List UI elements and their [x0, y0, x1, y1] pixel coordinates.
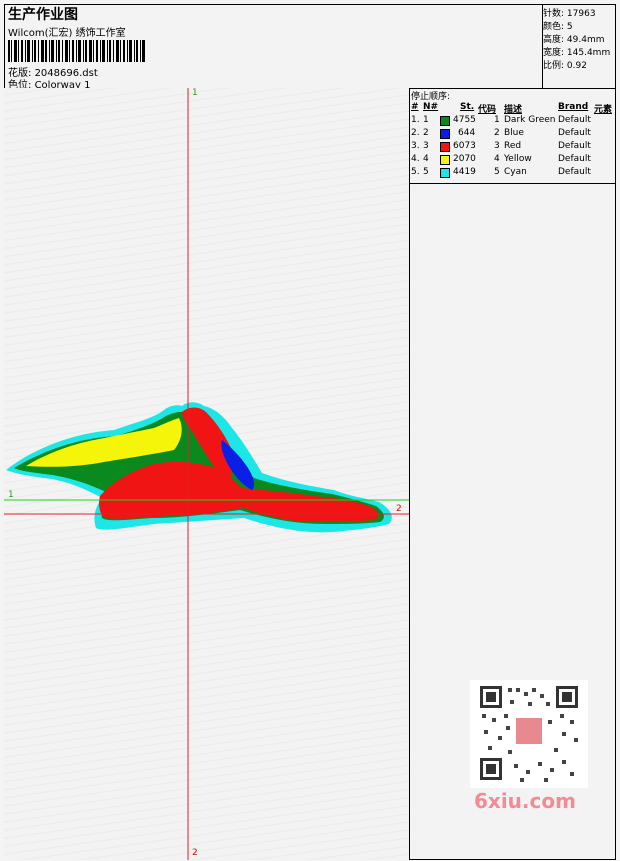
stat-scale: 比例: 0.92 [543, 61, 587, 71]
embroidery-preview [4, 88, 409, 860]
header-info: 生产作业图 Wilcom(汇宏) 绣饰工作室 花版: 2048696.dst 色… [4, 4, 542, 91]
axis-label-v-top: 1 [192, 88, 198, 98]
color-swatch [440, 142, 450, 152]
stat-colors: 颜色: 5 [543, 22, 573, 32]
page-title: 生产作业图 [8, 7, 78, 23]
stat-stitches: 针数: 17963 [543, 9, 596, 19]
qr-logo-center [516, 718, 542, 744]
axis-label-h-right: 2 [396, 504, 402, 514]
color-swatch [440, 155, 450, 165]
watermark-brand: 6xiu.com [474, 789, 576, 813]
stop-sequence-title: 停止顺序: [411, 92, 451, 102]
design-canvas: 1 2 1 2 [4, 88, 409, 860]
color-swatch [440, 129, 450, 139]
software-subtitle: Wilcom(汇宏) 绣饰工作室 [8, 28, 126, 39]
panel-divider [409, 88, 410, 860]
col-hash: # [411, 102, 419, 112]
color-swatch [440, 168, 450, 178]
stop-row: 4. 4 2070 4 Yellow Default [411, 154, 591, 165]
stop-sequence-panel: 停止顺序: # N# St. 代码 描述 Brand 元素 1. 1 4755 … [410, 88, 616, 184]
stop-row: 2. 2 644 2 Blue Default [411, 128, 591, 139]
stop-row: 3. 3 6073 3 Red Default [411, 141, 591, 152]
color-swatch [440, 116, 450, 126]
col-stitches: St. [460, 102, 475, 112]
col-n: N# [423, 102, 439, 112]
axis-label-h-left: 1 [8, 490, 14, 500]
barcode [8, 40, 145, 62]
stat-width: 宽度: 145.4mm [543, 48, 611, 58]
col-description: 描述 [504, 105, 523, 115]
stop-row: 5. 5 4419 5 Cyan Default [411, 167, 591, 178]
col-brand: Brand [558, 102, 589, 112]
design-stats: 针数: 17963 颜色: 5 高度: 49.4mm 宽度: 145.4mm 比… [542, 4, 616, 88]
stop-row: 1. 1 4755 1 Dark Green Default [411, 115, 591, 126]
axis-label-v-bottom: 2 [192, 848, 198, 858]
col-element: 元素 [594, 105, 613, 115]
col-code: 代码 [478, 105, 497, 115]
stat-height: 高度: 49.4mm [543, 35, 605, 45]
qr-code [470, 680, 588, 788]
